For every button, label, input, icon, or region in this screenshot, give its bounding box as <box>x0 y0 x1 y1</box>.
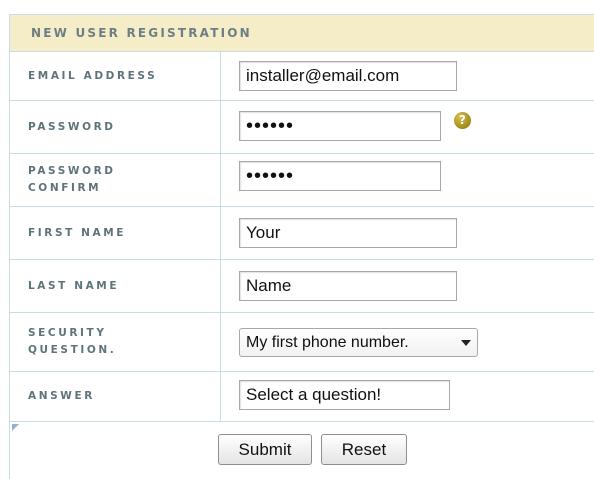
answer-field[interactable] <box>239 380 450 410</box>
password-label: PASSWORD <box>10 101 221 153</box>
email-label: EMAIL ADDRESS <box>10 52 221 100</box>
password-confirm-label-line1: PASSWORD <box>28 165 116 177</box>
email-row: EMAIL ADDRESS <box>10 52 594 101</box>
answer-label: ANSWER <box>10 372 221 421</box>
form-title: NEW USER REGISTRATION <box>10 15 594 52</box>
question-mark-icon[interactable]: ? <box>454 112 471 129</box>
answer-row: ANSWER <box>10 372 594 422</box>
password-field[interactable] <box>239 111 441 141</box>
password-confirm-label: PASSWORD CONFIRM <box>10 154 221 206</box>
last-name-label: LAST NAME <box>10 260 221 312</box>
password-row: PASSWORD ? <box>10 101 594 154</box>
last-name-row: LAST NAME <box>10 260 594 313</box>
first-name-field[interactable] <box>239 218 457 248</box>
corner-triangle-icon <box>12 424 19 431</box>
first-name-label: FIRST NAME <box>10 207 221 259</box>
chevron-down-icon <box>461 340 471 346</box>
security-question-label-line1: SECURITY <box>28 327 107 339</box>
security-question-label-line2: QUESTION. <box>28 344 117 356</box>
form-actions: Submit Reset <box>10 422 594 474</box>
first-name-row: FIRST NAME <box>10 207 594 260</box>
security-question-row: SECURITY QUESTION. My first phone number… <box>10 313 594 372</box>
security-question-select[interactable]: My first phone number. <box>239 328 478 357</box>
last-name-field[interactable] <box>239 271 457 301</box>
password-confirm-field[interactable] <box>239 161 441 191</box>
security-question-selected: My first phone number. <box>246 333 409 351</box>
registration-form: NEW USER REGISTRATION EMAIL ADDRESS PASS… <box>9 14 594 479</box>
reset-button[interactable]: Reset <box>321 434 407 465</box>
password-confirm-row: PASSWORD CONFIRM <box>10 154 594 207</box>
password-confirm-label-line2: CONFIRM <box>28 182 102 194</box>
submit-button[interactable]: Submit <box>218 434 312 465</box>
email-field[interactable] <box>239 61 457 91</box>
security-question-label: SECURITY QUESTION. <box>10 313 221 371</box>
